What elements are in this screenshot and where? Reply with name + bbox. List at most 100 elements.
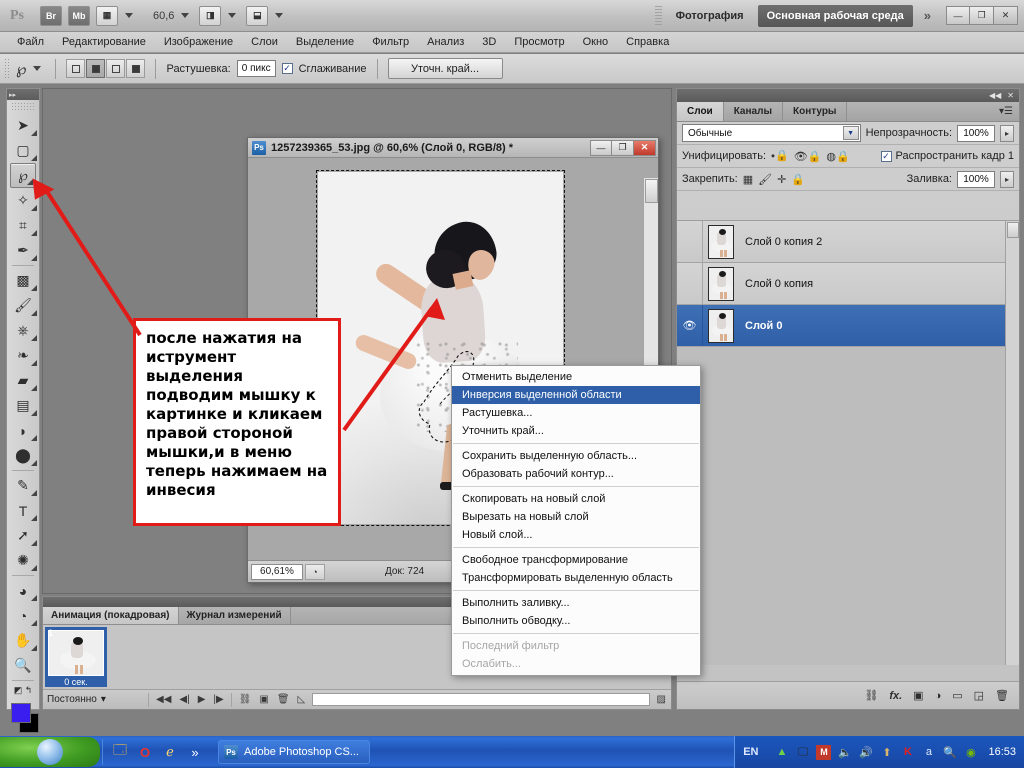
mail-icon[interactable]: M [816,744,832,760]
menu-view[interactable]: Просмотр [505,34,573,50]
select-first-frame-button[interactable]: ◀◀ [155,694,172,705]
propagate-frame-checkbox[interactable]: ✓ [880,150,892,162]
menu-image[interactable]: Изображение [155,34,242,50]
workspace-more-chevron-icon[interactable]: » [919,8,936,23]
layer-visibility-toggle[interactable]: 👁 [677,305,703,346]
layers-collapse-icon[interactable]: ◀◀ [989,91,1001,100]
unify-visibility-icon[interactable]: 👁🔒 [794,150,822,163]
add-to-selection-button[interactable] [86,59,106,78]
refine-edge-button[interactable]: Уточн. край... [387,58,503,79]
type-tool[interactable]: T [7,498,39,523]
gradient-tool[interactable]: ▤ [7,393,39,418]
lock-transparent-pixels-icon[interactable]: ▦ [743,173,753,186]
fill-input[interactable]: 100% [957,170,995,188]
view-extras-icon[interactable]: ▦ [96,5,118,26]
show-desktop-icon[interactable]: 🗔 [111,742,129,761]
layer-name[interactable]: Слой 0 копия [745,278,813,290]
fill-stepper-icon[interactable]: ▸ [1000,170,1014,188]
duplicate-frame-button[interactable]: ▣ [258,694,269,705]
opacity-stepper-icon[interactable]: ▸ [1000,124,1014,142]
unify-style-icon[interactable]: ◍🔒 [826,150,849,163]
move-tool[interactable]: ➤ [7,113,39,138]
nvidia-icon[interactable]: ◉ [963,745,978,760]
orbit-3d-tool[interactable]: ◔ [7,603,39,628]
select-next-frame-button[interactable]: |▶ [212,694,224,705]
tab-channels[interactable]: Каналы [724,102,783,121]
blend-mode-select[interactable]: Обычные ▼ [682,124,861,142]
kaspersky-icon[interactable]: K [900,745,915,760]
restore-button[interactable]: ❐ [970,6,994,25]
loop-option-select[interactable]: Постоянно ▾ [47,694,142,705]
workspace-essentials-tab[interactable]: Основная рабочая среда [757,4,913,27]
menu-item-deselect[interactable]: Отменить выделение [452,368,700,386]
blur-tool[interactable]: ◗ [7,418,39,443]
start-button[interactable] [0,737,100,767]
link-icon[interactable]: ⛓ [864,689,878,702]
tool-preset-chevron-down-icon[interactable] [33,66,42,71]
opera-icon[interactable]: O [136,743,154,761]
layers-close-icon[interactable]: ✕ [1007,91,1014,100]
loop-chevron-down-icon[interactable]: ▾ [101,694,106,705]
scrollbar-thumb[interactable] [645,179,658,203]
language-indicator[interactable]: EN [743,746,758,758]
search-icon[interactable]: 🔍 [942,745,957,760]
system-clock[interactable]: 16:53 [988,746,1016,758]
path-selection-tool[interactable]: ➚ [7,523,39,548]
animation-frame[interactable]: 1 0 сек. [45,627,107,687]
menu-item-layer-via-cut[interactable]: Вырезать на новый слой [452,508,700,526]
menu-select[interactable]: Выделение [287,34,363,50]
eyedropper-tool[interactable]: ✒ [7,238,39,263]
new-group-icon[interactable]: ▭ [952,689,962,702]
history-brush-tool[interactable]: ❧ [7,343,39,368]
document-restore-button[interactable]: ❐ [612,139,634,156]
lasso-tool[interactable]: ℘ [10,163,36,188]
volume-icon[interactable]: 🔊 [858,745,873,760]
menu-item-fill[interactable]: Выполнить заливку... [452,594,700,612]
convert-to-timeline-button[interactable]: ◺ [297,694,307,705]
clone-stamp-tool[interactable]: ⎈ [7,318,39,343]
arrange-chevron-down-icon[interactable] [228,13,237,18]
crop-tool[interactable]: ⌗ [7,213,39,238]
zoom-percent-field[interactable]: 60,61% [251,563,303,580]
monitor-icon[interactable]: 🖵 [795,745,810,760]
opacity-input[interactable]: 100% [957,124,995,142]
close-button[interactable]: ✕ [994,6,1018,25]
layer-row[interactable]: Слой 0 копия 2 [677,221,1019,263]
zoom-tool[interactable]: 🔍 [7,653,39,678]
workspace-photography-tab[interactable]: Фотография [668,6,752,26]
menu-item-new-layer[interactable]: Новый слой... [452,526,700,544]
menu-help[interactable]: Справка [617,34,678,50]
layer-name[interactable]: Слой 0 [745,320,782,332]
lock-position-icon[interactable]: ✛ [777,173,786,186]
arrange-documents-icon[interactable]: ◨ [199,5,222,26]
menu-item-stroke[interactable]: Выполнить обводку... [452,612,700,630]
quick-launch-more-chevron-icon[interactable]: » [186,743,204,761]
tab-animation-frames[interactable]: Анимация (покадровая) [43,607,179,624]
blend-mode-chevron-down-icon[interactable]: ▼ [842,126,859,140]
menu-item-inverse-selection[interactable]: Инверсия выделенной области [452,386,700,404]
tab-layers[interactable]: Слои [677,102,724,121]
mini-bridge-button[interactable]: Mb [68,5,90,26]
tab-measurement-log[interactable]: Журнал измерений [179,607,291,624]
toolbox-collapse-icon[interactable]: ▸▸ [7,89,39,100]
hand-tool[interactable]: ✋ [7,628,39,653]
layer-name[interactable]: Слой 0 копия 2 [745,236,822,248]
menu-window[interactable]: Окно [574,34,618,50]
new-selection-button[interactable] [66,59,86,78]
healing-brush-tool[interactable]: ▩ [7,268,39,293]
menu-item-make-work-path[interactable]: Образовать рабочий контур... [452,465,700,483]
screen-mode-icon[interactable]: ⬓ [246,5,269,26]
update-icon[interactable]: ⬆ [879,745,894,760]
foreground-color-swatch[interactable] [11,703,31,723]
delete-layer-icon[interactable]: 🗑 [995,689,1009,702]
menu-filter[interactable]: Фильтр [363,34,418,50]
lasso-icon[interactable]: ℘ [16,60,26,78]
delete-frame-button[interactable]: 🗑 [276,694,291,705]
animation-resize-grip-icon[interactable]: ▨ [656,694,667,705]
fx-icon[interactable]: fx. [889,690,902,702]
zoom-chevron-down-icon[interactable] [181,13,190,18]
bridge-button[interactable]: Br [40,5,62,26]
document-title-bar[interactable]: Ps 1257239365_53.jpg @ 60,6% (Слой 0, RG… [248,138,658,158]
menu-layers[interactable]: Слои [242,34,287,50]
dodge-tool[interactable]: ⬤ [7,443,39,468]
